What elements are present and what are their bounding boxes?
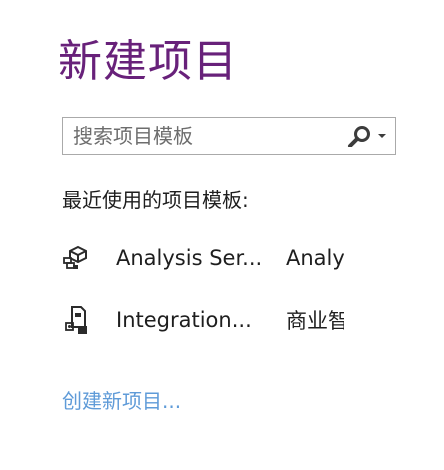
analysis-services-icon xyxy=(62,241,96,275)
integration-services-icon xyxy=(62,303,96,337)
template-item-analysis-services[interactable]: Analysis Ser... Analy xyxy=(62,236,344,280)
template-category: Analy xyxy=(286,246,344,270)
search-button[interactable] xyxy=(341,118,395,154)
page-title: 新建项目 xyxy=(58,36,238,87)
template-item-integration-services[interactable]: Integration... 商业智 xyxy=(62,298,344,342)
template-name: Analysis Ser... xyxy=(116,246,263,270)
search-icon xyxy=(348,126,370,147)
template-category: 商业智 xyxy=(286,309,344,333)
recent-templates-list: Analysis Ser... Analy Integration... 商业智 xyxy=(62,236,344,360)
template-search-input[interactable] xyxy=(63,118,341,154)
start-page-panel: 新建项目 最近使用的项目模板: A xyxy=(0,0,444,470)
template-search-box[interactable] xyxy=(62,117,396,155)
template-name: Integration... xyxy=(116,308,252,332)
create-new-project-link[interactable]: 创建新项目... xyxy=(62,386,181,416)
caret-down-icon xyxy=(378,134,386,138)
recent-templates-heading: 最近使用的项目模板: xyxy=(62,188,249,212)
